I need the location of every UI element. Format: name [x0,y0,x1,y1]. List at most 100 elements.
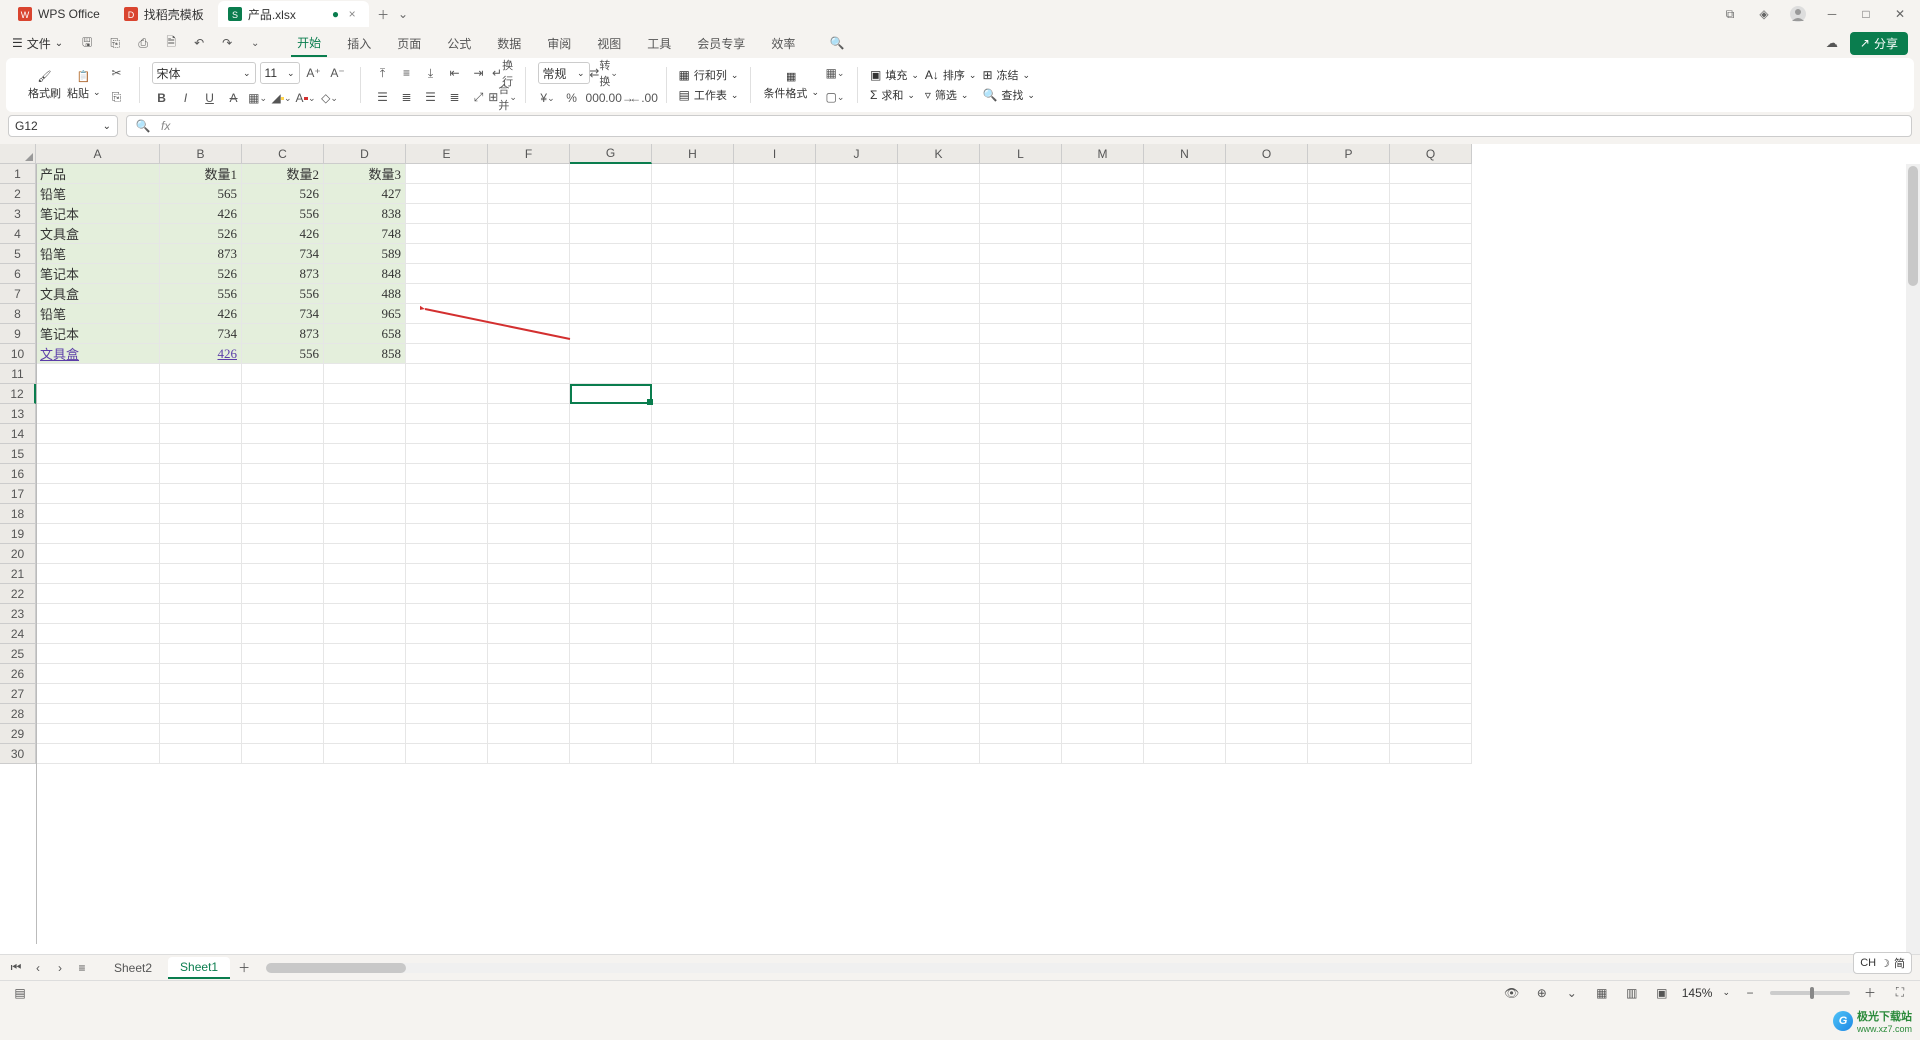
cell[interactable] [1062,504,1144,524]
cell[interactable] [1390,204,1472,224]
cell[interactable] [570,184,652,204]
cell[interactable] [734,364,816,384]
cell[interactable] [1390,304,1472,324]
cell[interactable] [160,544,242,564]
cell[interactable] [242,664,324,684]
cell[interactable] [1144,424,1226,444]
cell[interactable] [1390,444,1472,464]
cell[interactable]: 556 [242,344,324,364]
cell[interactable] [36,384,160,404]
cell[interactable] [1226,424,1308,444]
cell[interactable] [1062,324,1144,344]
copy-icon[interactable]: ⎘ [107,87,127,107]
column-header[interactable]: Q [1390,144,1472,164]
cell[interactable] [734,344,816,364]
orientation-icon[interactable]: ⤢ [469,87,489,107]
cell[interactable] [652,264,734,284]
cell[interactable] [242,584,324,604]
cell[interactable] [570,444,652,464]
cell[interactable] [36,724,160,744]
zoom-in-icon[interactable]: ＋ [1860,983,1880,1003]
cell[interactable] [1308,724,1390,744]
cell[interactable] [1062,464,1144,484]
cell[interactable] [980,264,1062,284]
cell[interactable] [488,424,570,444]
cell[interactable] [1062,644,1144,664]
cell[interactable] [488,284,570,304]
cell[interactable] [816,644,898,664]
comma-style-icon[interactable]: 000 [586,88,606,108]
view-custom-icon[interactable]: ▣ [1652,983,1672,1003]
status-settings-icon[interactable]: ⊕ [1532,983,1552,1003]
cell[interactable] [980,204,1062,224]
find-button[interactable]: 🔍查找⌄ [982,87,1035,103]
cell[interactable] [816,504,898,524]
cell[interactable] [980,464,1062,484]
add-sheet-button[interactable]: ＋ [234,958,254,978]
sheet-nav-first-icon[interactable]: ⏮ [6,958,26,978]
fx-icon[interactable]: fx [161,119,170,133]
cell[interactable] [1226,744,1308,764]
row-header[interactable]: 23 [0,604,36,624]
align-left-icon[interactable]: ☰ [373,87,393,107]
cell[interactable] [488,204,570,224]
window-snap-icon[interactable]: ⧉ [1718,2,1742,26]
cell[interactable] [898,624,980,644]
cell[interactable] [898,644,980,664]
increase-decimal-icon[interactable]: .00→ [610,88,630,108]
cell[interactable] [488,384,570,404]
cell[interactable] [1308,704,1390,724]
cell[interactable] [652,424,734,444]
cell[interactable]: 铅笔 [36,184,160,204]
export-icon[interactable]: ⎘ [105,33,125,53]
cell[interactable]: 426 [160,344,242,364]
file-menu[interactable]: 文件 [27,35,51,52]
cell[interactable] [1062,264,1144,284]
row-header[interactable]: 26 [0,664,36,684]
cell[interactable] [816,184,898,204]
cell[interactable] [1308,564,1390,584]
cell[interactable] [980,304,1062,324]
cell[interactable] [652,684,734,704]
row-header[interactable]: 18 [0,504,36,524]
column-header[interactable]: K [898,144,980,164]
column-header[interactable]: M [1062,144,1144,164]
cell[interactable] [488,624,570,644]
cell[interactable] [980,564,1062,584]
cell[interactable] [980,184,1062,204]
row-header[interactable]: 16 [0,464,36,484]
column-header[interactable]: F [488,144,570,164]
cell[interactable] [1226,584,1308,604]
cell[interactable] [734,284,816,304]
cell[interactable] [324,644,406,664]
cell[interactable] [898,424,980,444]
cell[interactable]: 526 [160,224,242,244]
cell[interactable] [570,664,652,684]
cell[interactable] [1308,384,1390,404]
cell[interactable] [1144,204,1226,224]
cell[interactable] [734,264,816,284]
cell[interactable] [570,604,652,624]
ime-indicator[interactable]: CH ☽ 简 [1853,952,1912,974]
cell[interactable]: 658 [324,324,406,344]
cell[interactable] [1308,344,1390,364]
cell[interactable] [1308,544,1390,564]
cell[interactable]: 笔记本 [36,324,160,344]
cell[interactable] [980,664,1062,684]
cell[interactable] [324,664,406,684]
cell[interactable] [980,724,1062,744]
row-header[interactable]: 8 [0,304,36,324]
cell[interactable] [160,364,242,384]
cell[interactable]: 873 [160,244,242,264]
row-header[interactable]: 28 [0,704,36,724]
cell[interactable] [242,524,324,544]
cell[interactable] [1226,284,1308,304]
cell[interactable] [570,244,652,264]
cell[interactable] [406,224,488,244]
justify-icon[interactable]: ≣ [445,87,465,107]
row-header[interactable]: 29 [0,724,36,744]
cell[interactable] [980,504,1062,524]
cell[interactable] [1308,524,1390,544]
cell[interactable]: 488 [324,284,406,304]
cell[interactable] [1226,344,1308,364]
